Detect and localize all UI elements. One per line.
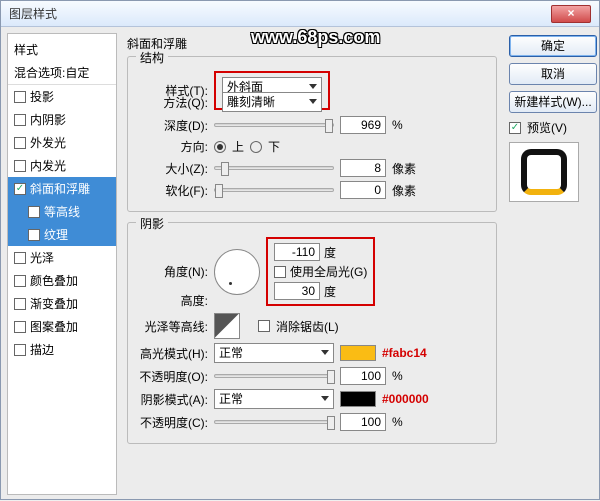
gloss-contour-picker[interactable] (214, 313, 240, 339)
angle-label: 角度(N): (138, 263, 208, 280)
checkbox-icon[interactable] (14, 91, 26, 103)
right-column: 确定 取消 新建样式(W)... 预览(V) (503, 27, 599, 501)
sidebar-item-contour[interactable]: 等高线 (8, 200, 116, 223)
main-panel: www.68ps.com 斜面和浮雕 结构 样式(T): 外斜面 (121, 27, 503, 501)
shading-group: 阴影 角度(N): -110 度 使用全局光(G) (127, 222, 497, 444)
gloss-contour-label: 光泽等高线: (138, 318, 208, 335)
size-label: 大小(Z): (138, 160, 208, 177)
angle-input[interactable]: -110 (274, 243, 320, 261)
checkbox-icon[interactable] (14, 344, 26, 356)
checkbox-icon[interactable] (14, 137, 26, 149)
structure-group: 结构 样式(T): 外斜面 方法(Q): (127, 56, 497, 212)
checkbox-icon[interactable] (14, 114, 26, 126)
antialias-checkbox[interactable] (258, 320, 270, 332)
highlight-mode-select[interactable]: 正常 (214, 343, 334, 363)
sidebar-item-inner-glow[interactable]: 内发光 (8, 154, 116, 177)
highlight-opacity-input[interactable]: 100 (340, 367, 386, 385)
checkbox-icon[interactable] (14, 298, 26, 310)
chevron-down-icon (309, 99, 317, 104)
chevron-down-icon (321, 396, 329, 401)
shadow-mode-label: 阴影模式(A): (138, 391, 208, 408)
soften-input[interactable]: 0 (340, 181, 386, 199)
direction-up-radio[interactable] (214, 141, 226, 153)
new-style-button[interactable]: 新建样式(W)... (509, 91, 597, 113)
shadow-color-swatch[interactable] (340, 391, 376, 407)
chevron-down-icon (309, 84, 317, 89)
window-title: 图层样式 (9, 1, 57, 27)
structure-legend: 结构 (136, 49, 168, 66)
watermark: www.68ps.com (251, 27, 380, 48)
cancel-button[interactable]: 取消 (509, 63, 597, 85)
depth-slider[interactable] (214, 123, 334, 127)
checkbox-icon[interactable] (14, 160, 26, 172)
altitude-label: 高度: (138, 292, 208, 309)
direction-down-radio[interactable] (250, 141, 262, 153)
sidebar-item-bevel-emboss[interactable]: 斜面和浮雕 (8, 177, 116, 200)
sidebar-item-satin[interactable]: 光泽 (8, 246, 116, 269)
size-input[interactable]: 8 (340, 159, 386, 177)
checkbox-icon[interactable] (28, 206, 40, 218)
styles-sidebar: 样式 混合选项:自定 投影 内阴影 外发光 内发光 斜面和浮雕 等高线 纹理 光… (7, 33, 117, 495)
highlight-opacity-label: 不透明度(O): (138, 368, 208, 385)
shadow-opacity-slider[interactable] (214, 420, 334, 424)
shading-legend: 阴影 (136, 215, 168, 232)
sidebar-item-stroke[interactable]: 描边 (8, 338, 116, 361)
technique-select[interactable]: 雕刻清晰 (222, 92, 322, 112)
highlight-color-swatch[interactable] (340, 345, 376, 361)
highlight-box: -110 度 使用全局光(G) 30 度 (266, 237, 375, 306)
layer-style-dialog: 图层样式 × 样式 混合选项:自定 投影 内阴影 外发光 内发光 斜面和浮雕 等… (0, 0, 600, 500)
close-button[interactable]: × (551, 5, 591, 23)
size-slider[interactable] (214, 166, 334, 170)
sidebar-item-texture[interactable]: 纹理 (8, 223, 116, 246)
altitude-input[interactable]: 30 (274, 282, 320, 300)
sidebar-header: 样式 (8, 38, 116, 61)
highlight-mode-label: 高光模式(H): (138, 345, 208, 362)
chevron-down-icon (321, 350, 329, 355)
depth-input[interactable]: 969 (340, 116, 386, 134)
ok-button[interactable]: 确定 (509, 35, 597, 57)
checkbox-icon[interactable] (14, 321, 26, 333)
checkbox-icon[interactable] (14, 275, 26, 287)
technique-label: 方法(Q): (138, 94, 208, 111)
preview-checkbox[interactable] (509, 122, 521, 134)
preview-thumbnail (509, 142, 579, 202)
sidebar-item-gradient-overlay[interactable]: 渐变叠加 (8, 292, 116, 315)
sidebar-item-drop-shadow[interactable]: 投影 (8, 85, 116, 108)
hex-annotation: #000000 (382, 392, 429, 406)
titlebar: 图层样式 × (1, 1, 599, 27)
depth-label: 深度(D): (138, 117, 208, 134)
global-light-checkbox[interactable] (274, 266, 286, 278)
highlight-opacity-slider[interactable] (214, 374, 334, 378)
soften-slider[interactable] (214, 188, 334, 192)
hex-annotation: #fabc14 (382, 346, 427, 360)
checkbox-icon[interactable] (14, 252, 26, 264)
sidebar-item-inner-shadow[interactable]: 内阴影 (8, 108, 116, 131)
soften-label: 软化(F): (138, 182, 208, 199)
angle-dial[interactable] (214, 249, 260, 295)
sidebar-item-pattern-overlay[interactable]: 图案叠加 (8, 315, 116, 338)
sidebar-item-color-overlay[interactable]: 颜色叠加 (8, 269, 116, 292)
preview-icon (521, 149, 567, 195)
sidebar-item-outer-glow[interactable]: 外发光 (8, 131, 116, 154)
direction-label: 方向: (138, 138, 208, 155)
checkbox-icon[interactable] (28, 229, 40, 241)
shadow-mode-select[interactable]: 正常 (214, 389, 334, 409)
shadow-opacity-input[interactable]: 100 (340, 413, 386, 431)
blend-options[interactable]: 混合选项:自定 (8, 61, 116, 85)
shadow-opacity-label: 不透明度(C): (138, 414, 208, 431)
checkbox-icon[interactable] (14, 183, 26, 195)
